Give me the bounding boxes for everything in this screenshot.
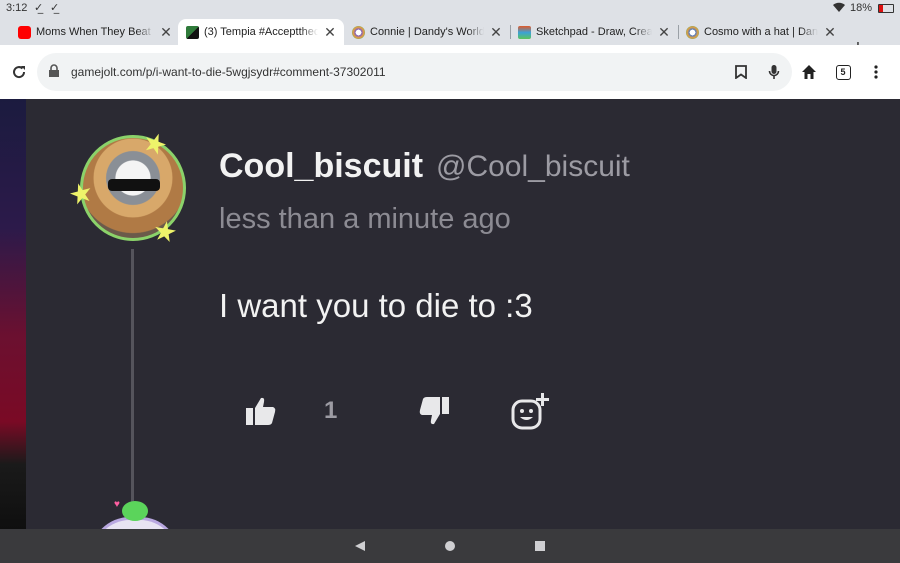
wiki-flower-icon xyxy=(352,25,365,39)
battery-percent: 18% xyxy=(849,2,872,14)
home-circle-icon xyxy=(445,541,455,551)
tab-cosmo-wiki[interactable]: Cosmo with a hat | Dandy's ✕ xyxy=(678,19,844,45)
address-bar[interactable]: gamejolt.com/p/i-want-to-die-5wgjsydr#co… xyxy=(37,53,792,91)
tab-moms-video[interactable]: Moms When They Beat You ✕ xyxy=(10,19,181,45)
heart-icon: ♥ xyxy=(114,499,120,510)
add-reaction-button[interactable] xyxy=(510,391,550,431)
wifi-icon xyxy=(832,1,846,16)
tab-connie-wiki[interactable]: Connie | Dandy's World Wiki ✕ xyxy=(344,19,511,45)
recents-button[interactable] xyxy=(531,538,549,554)
comment-page: Cool_biscuit @Cool_biscuit less than a m… xyxy=(0,99,900,529)
tab-title: Moms When They Beat You xyxy=(36,26,154,38)
tab-sketchpad[interactable]: Sketchpad - Draw, Create, Share ✕ xyxy=(510,19,679,45)
bookmark-button[interactable] xyxy=(731,62,751,82)
thumbs-up-icon xyxy=(246,397,276,425)
tab-title: (3) Tempia #Acceptthecock xyxy=(204,26,318,38)
check-notification-icon: ✓̲ xyxy=(34,2,44,14)
like-count: 1 xyxy=(324,397,338,424)
battery-icon xyxy=(878,4,894,13)
reload-icon xyxy=(13,66,26,79)
like-button[interactable] xyxy=(243,393,279,429)
tab-switcher-button[interactable]: 5 xyxy=(830,59,856,85)
home-nav-button[interactable] xyxy=(441,538,459,554)
tab-count: 5 xyxy=(835,64,851,80)
youtube-icon xyxy=(18,25,31,39)
close-tab-icon[interactable]: ✕ xyxy=(158,24,174,41)
url-text[interactable]: gamejolt.com/p/i-want-to-die-5wgjsydr#co… xyxy=(71,65,386,79)
recents-square-icon xyxy=(535,541,545,551)
thumbs-down-icon xyxy=(419,397,449,425)
tab-tempia[interactable]: (3) Tempia #Acceptthecock ✕ xyxy=(178,19,344,45)
status-time: 3:12 xyxy=(6,2,28,14)
voice-search-button[interactable] xyxy=(764,62,784,82)
comment-timestamp[interactable]: less than a minute ago xyxy=(219,203,511,236)
comment-handle[interactable]: @Cool_biscuit xyxy=(436,150,630,184)
dislike-button[interactable] xyxy=(416,393,452,429)
screen: 3:12 ✓̲ ✓̲ 18% Moms When They Beat You ✕… xyxy=(0,0,900,563)
reply-avatar[interactable]: ♥ xyxy=(90,499,180,529)
system-nav-bar xyxy=(0,529,900,563)
bookmark-icon xyxy=(735,65,747,79)
home-icon xyxy=(802,65,816,79)
close-tab-icon[interactable]: ✕ xyxy=(488,24,504,41)
more-vert-icon xyxy=(874,65,878,79)
status-bar: 3:12 ✓̲ ✓̲ 18% xyxy=(0,0,900,17)
thread-line xyxy=(131,249,134,519)
comment-username[interactable]: Cool_biscuit xyxy=(219,147,423,186)
site-info-icon[interactable] xyxy=(47,64,61,83)
background-strip xyxy=(0,99,26,529)
gamejolt-icon xyxy=(186,25,199,39)
comment-text: I want you to die to :3 xyxy=(219,287,533,324)
close-tab-icon[interactable]: ✕ xyxy=(322,24,338,41)
reload-button[interactable] xyxy=(6,59,32,85)
tab-title: Connie | Dandy's World Wiki xyxy=(370,26,484,38)
wiki-flower-icon xyxy=(686,25,699,39)
check-notification-icon: ✓̲ xyxy=(50,2,60,14)
menu-button[interactable] xyxy=(863,59,889,85)
avatar-sunglasses xyxy=(108,179,160,191)
tab-title: Sketchpad - Draw, Create, Share xyxy=(536,26,652,38)
browser-toolbar: gamejolt.com/p/i-want-to-die-5wgjsydr#co… xyxy=(0,45,900,99)
add-reaction-icon xyxy=(511,393,549,430)
tab-title: Cosmo with a hat | Dandy's xyxy=(704,26,818,38)
back-triangle-icon xyxy=(355,541,365,551)
back-button[interactable] xyxy=(351,538,369,554)
close-tab-icon[interactable]: ✕ xyxy=(822,24,838,41)
avatar[interactable] xyxy=(72,133,192,253)
microphone-icon xyxy=(768,65,780,79)
sketchpad-icon xyxy=(518,25,531,39)
close-tab-icon[interactable]: ✕ xyxy=(656,24,672,41)
frog-avatar-image xyxy=(122,501,148,521)
tab-strip: Moms When They Beat You ✕ (3) Tempia #Ac… xyxy=(0,17,900,59)
home-button[interactable] xyxy=(796,59,822,85)
